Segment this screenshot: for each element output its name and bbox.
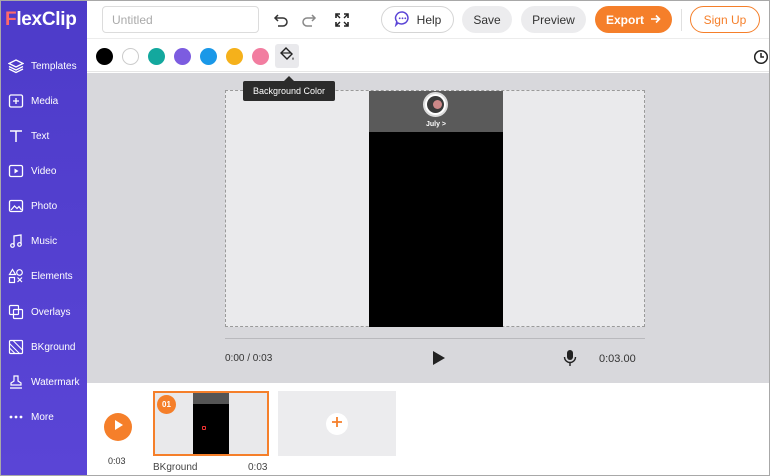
sidebar-item-bkground[interactable]: BKground	[1, 332, 87, 362]
color-swatch-pink[interactable]	[252, 48, 269, 65]
clip-name: BKground	[153, 462, 198, 473]
music-icon	[8, 233, 24, 249]
sidebar-item-label: Watermark	[31, 376, 80, 388]
timeline-play-button[interactable]	[104, 413, 132, 441]
chat-icon	[394, 10, 411, 30]
history-icon[interactable]	[753, 49, 769, 65]
color-swatch-blue[interactable]	[200, 48, 217, 65]
text-icon	[8, 128, 24, 144]
total-duration: 0:03.00	[599, 353, 636, 365]
avatar	[423, 92, 448, 117]
paint-bucket-icon	[279, 46, 295, 67]
add-scene-button[interactable]	[278, 391, 396, 456]
color-swatch-purple[interactable]	[174, 48, 191, 65]
sidebar: FlexClip Templates Media Text Video Phot…	[1, 1, 87, 475]
background-color-button[interactable]	[275, 44, 299, 68]
phone-header: July >	[369, 91, 503, 132]
sidebar-item-music[interactable]: Music	[1, 226, 87, 256]
save-button[interactable]: Save	[462, 6, 512, 33]
microphone-icon[interactable]	[563, 349, 577, 367]
sidebar-item-label: Music	[31, 235, 58, 247]
fullscreen-icon[interactable]	[332, 10, 352, 30]
flexclip-logo[interactable]: FlexClip	[5, 9, 77, 35]
color-swatch-teal[interactable]	[148, 48, 165, 65]
sign-up-button[interactable]: Sign Up	[690, 6, 760, 33]
video-icon	[8, 163, 24, 179]
sidebar-item-label: Overlays	[31, 306, 71, 318]
color-toolbar	[87, 40, 769, 72]
export-button[interactable]: Export	[595, 6, 672, 33]
sidebar-item-label: Templates	[31, 60, 77, 72]
clip-thumbnail-header	[193, 393, 229, 404]
background-icon	[8, 339, 24, 355]
more-icon	[8, 409, 24, 425]
clip-number-badge: 01	[157, 395, 176, 414]
clip-marker	[202, 426, 206, 430]
editor-workspace: July > 0:00 / 0:03 0:03.00	[87, 73, 769, 383]
sidebar-item-label: Photo	[31, 200, 58, 212]
elements-icon	[8, 268, 24, 284]
overlays-icon	[8, 304, 24, 320]
timeline: 0:03 01 BKground 0:03	[87, 383, 769, 475]
sidebar-item-label: Video	[31, 165, 57, 177]
project-title-input[interactable]	[102, 6, 259, 33]
progress-track[interactable]	[225, 338, 645, 339]
redo-icon[interactable]	[299, 10, 319, 30]
sidebar-item-photo[interactable]: Photo	[1, 191, 87, 221]
plus-icon	[331, 415, 343, 433]
phone-frame-element[interactable]: July >	[369, 91, 503, 327]
sidebar-item-more[interactable]: More	[1, 402, 87, 432]
preview-button[interactable]: Preview	[521, 6, 586, 33]
clip-duration: 0:03	[248, 462, 268, 473]
help-label: Help	[416, 12, 442, 27]
color-swatch-white[interactable]	[122, 48, 139, 65]
top-toolbar: Help Save Preview Export Sign Up	[87, 1, 769, 39]
toolbar-divider	[681, 9, 682, 31]
watermark-icon	[8, 374, 24, 390]
sidebar-item-media[interactable]: Media	[1, 86, 87, 116]
add-scene-circle	[326, 413, 348, 435]
play-icon[interactable]	[429, 349, 447, 367]
export-label: Export	[605, 12, 644, 27]
color-swatch-black[interactable]	[96, 48, 113, 65]
sidebar-item-watermark[interactable]: Watermark	[1, 367, 87, 397]
layers-icon	[8, 58, 24, 74]
sidebar-item-text[interactable]: Text	[1, 121, 87, 151]
media-icon	[8, 93, 24, 109]
sidebar-item-label: BKground	[31, 341, 76, 353]
play-icon	[112, 418, 124, 436]
playback-controls: 0:00 / 0:03 0:03.00	[225, 337, 645, 383]
avatar-face	[433, 100, 442, 109]
sidebar-item-label: Text	[31, 130, 50, 142]
sidebar-item-overlays[interactable]: Overlays	[1, 297, 87, 327]
sidebar-item-label: Media	[31, 95, 59, 107]
sidebar-item-label: Elements	[31, 270, 73, 282]
avatar-photo	[427, 96, 444, 113]
video-canvas[interactable]: July >	[225, 90, 645, 327]
timeline-total-time: 0:03	[108, 456, 126, 466]
undo-icon[interactable]	[271, 10, 291, 30]
timeline-clip[interactable]: 01	[153, 391, 269, 456]
background-color-tooltip: Background Color	[243, 76, 335, 101]
color-swatch-yellow[interactable]	[226, 48, 243, 65]
current-time: 0:00 / 0:03	[225, 353, 273, 364]
sidebar-item-templates[interactable]: Templates	[1, 51, 87, 81]
clip-thumbnail	[193, 393, 229, 454]
sidebar-item-elements[interactable]: Elements	[1, 261, 87, 291]
phone-header-text: July >	[425, 121, 447, 128]
help-button[interactable]: Help	[381, 6, 454, 33]
photo-icon	[8, 198, 24, 214]
sidebar-item-video[interactable]: Video	[1, 156, 87, 186]
arrow-right-icon	[650, 13, 661, 27]
sidebar-item-label: More	[31, 411, 54, 423]
